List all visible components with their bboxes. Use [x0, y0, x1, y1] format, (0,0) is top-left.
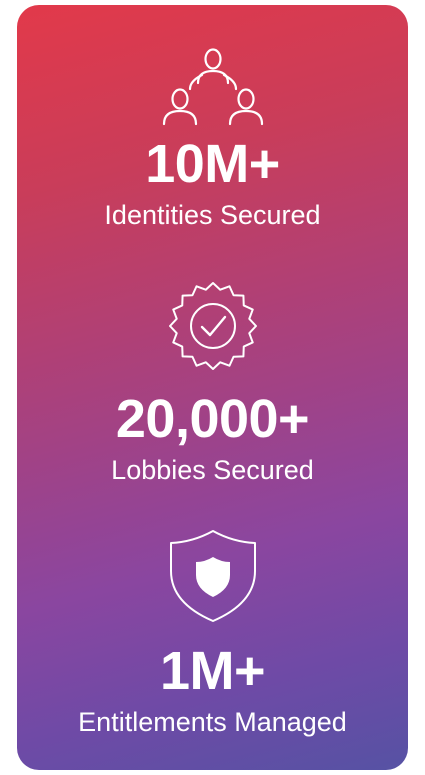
- shield-icon: [169, 530, 256, 622]
- stats-card: 10M+ Identities Secured 20,000+ Lobbies …: [17, 5, 408, 770]
- stat-value: 10M+: [145, 134, 280, 194]
- stat-value: 20,000+: [115, 389, 310, 449]
- people-network-icon: [162, 48, 263, 126]
- stat-value: 1M+: [159, 641, 266, 701]
- verified-badge-check-icon: [168, 282, 257, 370]
- stat-label: Lobbies Secured: [111, 455, 314, 485]
- stat-entitlements: 1M+ Entitlements Managed: [17, 525, 408, 736]
- stat-identities: 10M+ Identities Secured: [17, 43, 408, 229]
- stat-lobbies: 20,000+ Lobbies Secured: [17, 280, 408, 484]
- stat-label: Identities Secured: [104, 200, 321, 230]
- stat-label: Entitlements Managed: [78, 707, 347, 737]
